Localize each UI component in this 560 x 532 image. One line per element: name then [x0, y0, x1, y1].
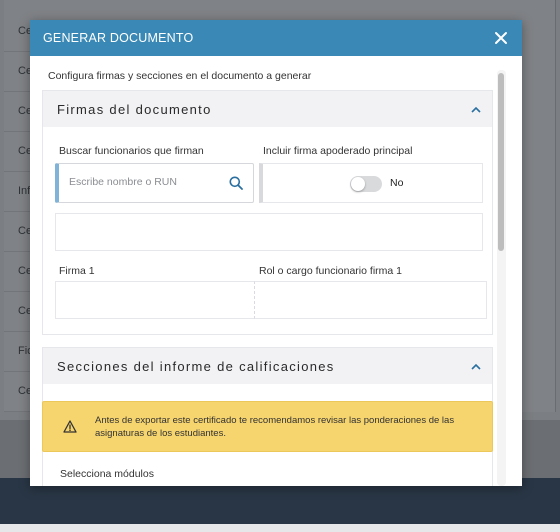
warning-alert-text: Antes de exportar este certificado te re…	[95, 415, 455, 439]
guardian-signature-toggle-box: No	[259, 163, 483, 203]
background-row: Ce	[4, 252, 32, 292]
signatures-section-title: Firmas del documento	[57, 102, 212, 117]
report-sections-header[interactable]: Secciones del informe de calificaciones	[43, 348, 492, 384]
modal-header: GENERAR DOCUMENTO	[30, 20, 522, 56]
warning-alert: Antes de exportar este certificado te re…	[42, 401, 493, 452]
signer-1-role-label: Rol o cargo funcionario firma 1	[259, 265, 402, 277]
background-row: Ce	[4, 212, 32, 252]
generate-document-modal: GENERAR DOCUMENTO Configura firmas y sec…	[30, 20, 522, 486]
signer-1-field[interactable]	[55, 281, 255, 319]
background-row: Ce	[4, 92, 32, 132]
toggle-knob	[351, 177, 365, 191]
search-signers-label: Buscar funcionarios que firman	[59, 145, 204, 157]
background-row-label: Inf	[18, 185, 31, 197]
warning-icon	[63, 420, 77, 433]
guardian-signature-toggle-value: No	[390, 177, 404, 189]
signer-1-label: Firma 1	[59, 265, 95, 277]
background-row: Ce	[4, 132, 32, 172]
signatures-section-header[interactable]: Firmas del documento	[43, 91, 492, 127]
signatures-section: Firmas del documento Buscar funcionarios…	[42, 90, 493, 335]
scrollbar-thumb[interactable]	[498, 73, 504, 251]
background-row: Fic	[4, 332, 33, 372]
background-row: Ce	[4, 372, 32, 412]
modules-label: Selecciona módulos	[60, 468, 154, 480]
search-signers-field[interactable]	[55, 163, 254, 203]
search-icon[interactable]	[229, 176, 243, 190]
guardian-signature-toggle[interactable]	[350, 176, 382, 192]
include-guardian-label: Incluir firma apoderado principal	[263, 145, 413, 157]
background-row: Inf	[4, 172, 32, 212]
close-button[interactable]	[494, 31, 508, 45]
background-row: Ce	[4, 12, 32, 52]
intro-text: Configura firmas y secciones en el docum…	[48, 70, 312, 82]
chevron-up-icon[interactable]	[471, 363, 481, 370]
selected-signers-box	[55, 213, 483, 251]
modal-title: GENERAR DOCUMENTO	[43, 31, 194, 45]
background-row: Ce	[4, 292, 32, 332]
signer-1-role-field[interactable]	[254, 281, 487, 319]
close-icon	[495, 32, 507, 44]
modal-body: Configura firmas y secciones en el docum…	[30, 56, 522, 486]
search-signers-input[interactable]	[69, 176, 219, 188]
background-bottom-strip	[0, 524, 560, 532]
background-row: Ce	[4, 52, 32, 92]
report-sections-title: Secciones del informe de calificaciones	[57, 359, 335, 374]
chevron-up-icon[interactable]	[471, 106, 481, 113]
